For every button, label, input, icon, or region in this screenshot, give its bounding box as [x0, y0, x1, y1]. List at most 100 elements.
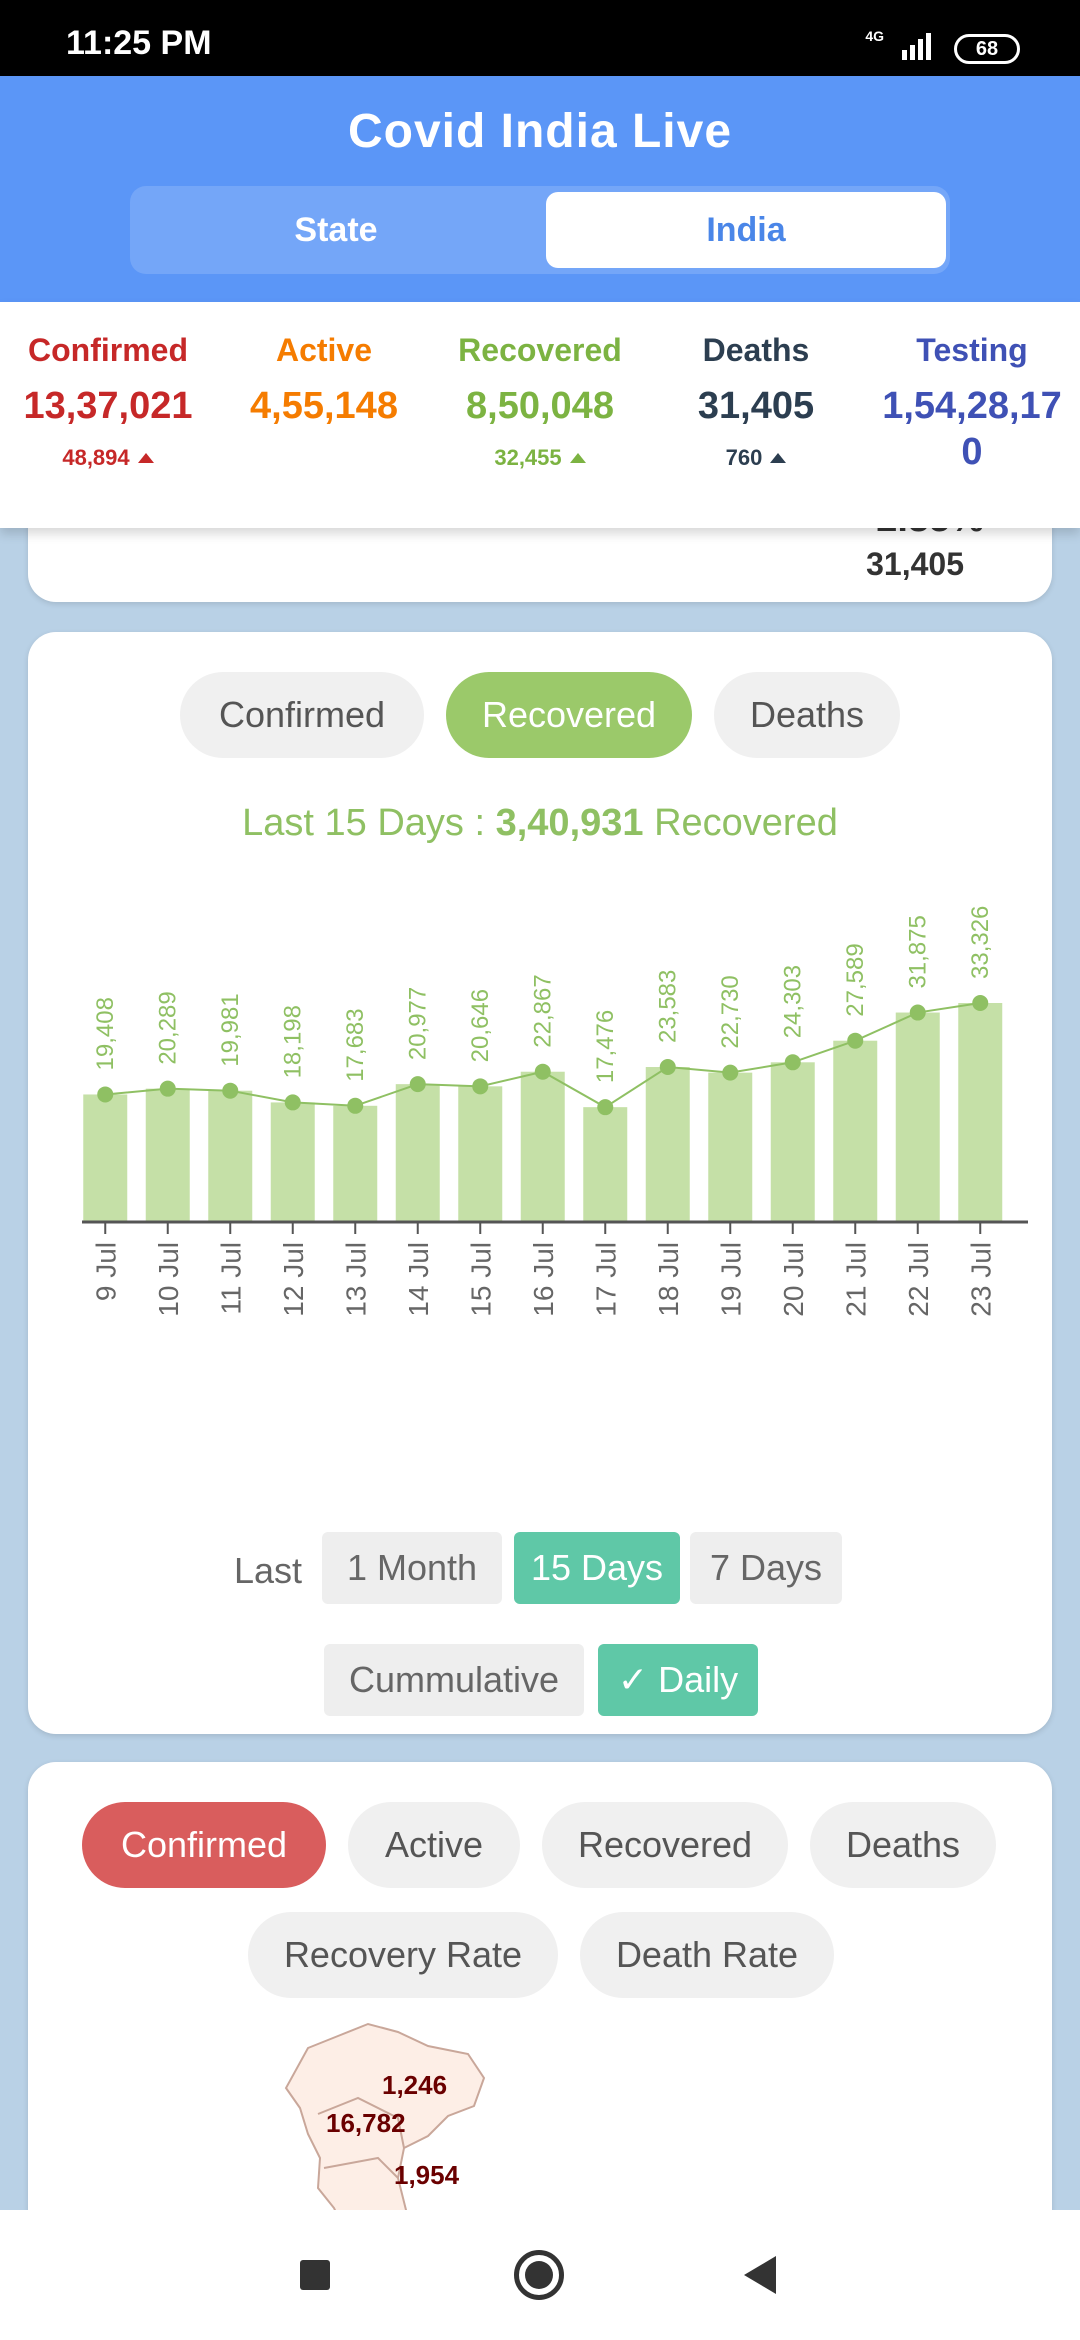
tab-india[interactable]: India — [546, 192, 946, 268]
chart-tab-confirmed[interactable]: Confirmed — [180, 672, 424, 758]
daily-button[interactable]: ✓ Daily — [598, 1644, 758, 1716]
stat-label: Recovered — [458, 332, 622, 368]
map-value: 1,954 — [394, 2160, 460, 2190]
x-tick-label: 21 Jul — [840, 1242, 871, 1317]
map-tab-deaths[interactable]: Deaths — [810, 1802, 996, 1888]
range-1-month-button[interactable]: 1 Month — [322, 1532, 502, 1604]
chart-bar — [395, 1084, 440, 1222]
deaths-value: 31,405 — [866, 546, 964, 582]
x-tick-label: 14 Jul — [403, 1242, 434, 1317]
stat-active: Active 4,55,148 — [216, 332, 432, 429]
x-tick-label: 20 Jul — [778, 1242, 809, 1317]
range-15-days-button[interactable]: 15 Days — [514, 1532, 680, 1604]
chart-bar — [458, 1086, 503, 1222]
chart-point — [534, 1063, 551, 1080]
app-header: Covid India Live State India — [0, 76, 1080, 302]
x-tick-label: 16 Jul — [528, 1242, 559, 1317]
home-icon[interactable] — [514, 2250, 564, 2300]
stat-deaths: Deaths 31,405 760 — [648, 332, 864, 471]
data-label: 20,289 — [155, 991, 182, 1064]
data-label: 18,198 — [280, 1005, 307, 1078]
map-tab-confirmed[interactable]: Confirmed — [82, 1802, 326, 1888]
map-value: 16,782 — [326, 2108, 406, 2138]
chart-tab-deaths[interactable]: Deaths — [714, 672, 900, 758]
chart-card: Confirmed Recovered Deaths Last 15 Days … — [28, 632, 1052, 1734]
range-7-days-button[interactable]: 7 Days — [690, 1532, 842, 1604]
data-label: 33,326 — [967, 906, 994, 979]
signal-icon — [902, 33, 931, 60]
map-tab-recovered[interactable]: Recovered — [542, 1802, 788, 1888]
map-value: 1,246 — [382, 2070, 448, 2100]
x-tick-label: 23 Jul — [965, 1242, 996, 1317]
chart-bar — [958, 1003, 1003, 1222]
battery-icon: 68 — [954, 34, 1020, 64]
chart-tab-recovered[interactable]: Recovered — [446, 672, 692, 758]
status-bar: 11:25 PM 4G 68 — [0, 0, 1080, 76]
data-label: 31,875 — [905, 915, 932, 988]
chart-bar — [708, 1072, 753, 1222]
x-tick-label: 18 Jul — [653, 1242, 684, 1317]
stat-label: Testing — [916, 332, 1028, 368]
data-label: 22,730 — [717, 975, 744, 1048]
map-tab-recovery-rate[interactable]: Recovery Rate — [248, 1912, 558, 1998]
data-label: 24,303 — [780, 965, 807, 1038]
chart-point — [472, 1078, 489, 1095]
x-tick-label: 15 Jul — [465, 1242, 496, 1317]
chart-point — [409, 1076, 426, 1093]
chart-point — [284, 1094, 301, 1111]
stat-value: 8,50,048 — [466, 385, 614, 427]
stat-label: Active — [275, 332, 373, 368]
up-arrow-icon — [137, 453, 154, 463]
stat-label: Confirmed — [28, 332, 188, 368]
tab-state[interactable]: State — [136, 192, 536, 268]
chart-point — [784, 1054, 801, 1071]
chart-bar — [833, 1040, 878, 1222]
stat-label: Deaths — [702, 332, 810, 368]
data-label: 17,476 — [592, 1010, 619, 1083]
x-tick-label: 19 Jul — [715, 1242, 746, 1317]
x-tick-label: 12 Jul — [278, 1242, 309, 1317]
chart-bar — [145, 1088, 190, 1222]
x-tick-label: 9 Jul — [90, 1242, 121, 1301]
chart-point — [909, 1004, 926, 1021]
map-tab-death-rate[interactable]: Death Rate — [580, 1912, 834, 1998]
chart-point — [847, 1032, 864, 1049]
chart-bar — [895, 1012, 940, 1222]
chart-point — [222, 1082, 239, 1099]
stat-delta: 48,894 — [0, 445, 216, 471]
chart-point — [97, 1086, 114, 1103]
data-label: 23,583 — [655, 970, 682, 1043]
chart-point — [972, 995, 989, 1012]
range-label: Last — [234, 1550, 303, 1591]
data-label: 20,977 — [405, 987, 432, 1060]
stat-delta: 32,455 — [432, 445, 648, 471]
back-icon[interactable] — [744, 2256, 776, 2294]
data-label: 27,589 — [842, 943, 869, 1016]
chart-point — [347, 1097, 364, 1114]
navigation-bar — [0, 2210, 1080, 2340]
data-label: 20,646 — [467, 989, 494, 1062]
x-tick-label: 17 Jul — [590, 1242, 621, 1317]
recent-apps-icon[interactable] — [300, 2260, 330, 2290]
data-label: 22,867 — [530, 974, 557, 1047]
status-time: 11:25 PM — [66, 24, 212, 62]
recovered-bar-chart: 19,408 9 Jul 20,289 10 Jul 19,981 11 Jul 18,19… — [82, 906, 1028, 1317]
stat-confirmed: Confirmed 13,37,021 48,894 — [0, 332, 216, 471]
chart-point — [597, 1099, 614, 1116]
chart-bar — [770, 1062, 815, 1222]
chart-bar — [333, 1105, 378, 1222]
x-tick-label: 11 Jul — [215, 1242, 246, 1315]
map-tab-active[interactable]: Active — [348, 1802, 520, 1888]
stat-value: 1,54,28,170 — [882, 385, 1062, 473]
data-label: 19,981 — [217, 993, 244, 1066]
x-tick-label: 13 Jul — [340, 1242, 371, 1317]
india-map[interactable]: 1,246 16,782 1,954 — [278, 2018, 518, 2239]
cumulative-button[interactable]: Cummulative — [324, 1644, 584, 1716]
stat-value: 31,405 — [697, 385, 815, 427]
chart-bar — [583, 1107, 628, 1222]
stat-delta: 760 — [648, 445, 864, 471]
x-tick-label: 10 Jul — [153, 1242, 184, 1317]
up-arrow-icon — [569, 453, 586, 463]
chart-bar — [645, 1067, 690, 1222]
stats-bar: Confirmed 13,37,021 48,894 Active 4,55,1… — [0, 302, 1080, 528]
